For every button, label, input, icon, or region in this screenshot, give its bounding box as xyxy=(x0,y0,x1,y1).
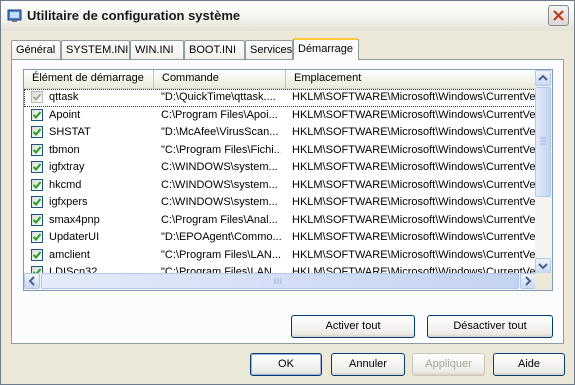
startup-checkbox[interactable] xyxy=(31,161,43,173)
startup-item-name: hkcmd xyxy=(49,178,82,191)
table-row[interactable]: amclient "C:\Program Files\LAN... HKLM\SOF… xyxy=(24,247,536,265)
horizontal-scroll-thumb[interactable] xyxy=(41,273,519,289)
arrow-right-icon xyxy=(525,276,532,286)
startup-checkbox[interactable] xyxy=(31,231,43,243)
startup-location: HKLM\SOFTWARE\Microsoft\Windows\CurrentV… xyxy=(292,178,536,191)
startup-item-name: tbmon xyxy=(49,143,80,156)
list-header: Élément de démarrage Commande Emplacemen… xyxy=(24,70,536,89)
enable-all-button[interactable]: Activer tout xyxy=(291,315,415,338)
startup-location: HKLM\SOFTWARE\Microsoft\Windows\CurrentV… xyxy=(292,161,536,173)
startup-item-name: igfxpers xyxy=(49,196,88,208)
startup-command: C:\Program Files\Apoi... xyxy=(161,108,278,121)
column-header-location[interactable]: Emplacement xyxy=(286,70,536,88)
table-row[interactable]: tbmon "C:\Program Files\Fichi... HKLM\SOFT… xyxy=(24,142,536,160)
arrow-left-icon xyxy=(28,276,35,286)
table-row[interactable]: igfxpers C:\WINDOWS\system... HKLM\SOFTWAR… xyxy=(24,194,536,212)
checkmark-icon xyxy=(33,180,41,189)
startup-checkbox[interactable] xyxy=(31,196,43,208)
startup-checkbox[interactable] xyxy=(31,213,43,226)
scroll-left-button[interactable] xyxy=(24,273,40,289)
checkmark-icon xyxy=(33,128,41,136)
startup-location: HKLM\SOFTWARE\Microsoft\Windows\CurrentV… xyxy=(292,196,536,208)
startup-item-name: UpdaterUI xyxy=(49,231,100,243)
vertical-scrollbar[interactable] xyxy=(535,70,552,274)
startup-command: C:\Program Files\Anal... xyxy=(161,213,278,226)
table-row[interactable]: hkcmd C:\WINDOWS\system... HKLM\SOFTWARE\M… xyxy=(24,177,536,195)
apply-button[interactable]: Appliquer xyxy=(412,353,485,376)
startup-location: HKLM\SOFTWARE\Microsoft\Windows\CurrentV… xyxy=(292,91,536,103)
grip-icon xyxy=(274,278,282,284)
arrow-down-icon xyxy=(538,263,548,270)
startup-command: "C:\Program Files\Fichi... xyxy=(161,143,281,156)
checkmark-icon xyxy=(33,233,41,241)
column-header-item[interactable]: Élément de démarrage xyxy=(24,70,154,88)
title-bar[interactable]: Utilitaire de configuration système xyxy=(1,1,574,31)
close-icon xyxy=(553,10,564,21)
tab-boot-ini[interactable]: BOOT.INI xyxy=(184,40,245,59)
checkmark-icon xyxy=(33,250,41,259)
table-row[interactable]: qttask "D:\QuickTime\qttask.... HKLM\SOFTW… xyxy=(24,89,536,107)
startup-command: "D:\McAfee\VirusScan... xyxy=(161,126,279,138)
startup-command: C:\WINDOWS\system... xyxy=(161,178,278,191)
column-header-command[interactable]: Commande xyxy=(154,70,286,88)
ok-button[interactable]: OK xyxy=(250,353,322,376)
startup-command: C:\WINDOWS\system... xyxy=(161,196,278,208)
checkmark-icon xyxy=(33,110,41,119)
startup-location: HKLM\SOFTWARE\Microsoft\Windows\CurrentV… xyxy=(292,126,536,138)
cancel-button[interactable]: Annuler xyxy=(331,353,405,376)
grip-icon xyxy=(540,137,546,145)
vertical-scroll-thumb[interactable] xyxy=(535,87,551,197)
tab-win-ini[interactable]: WIN.INI xyxy=(130,40,184,59)
startup-command: "D:\QuickTime\qttask.... xyxy=(161,91,276,103)
startup-command: "C:\Program Files\LAN... xyxy=(161,248,281,261)
startup-location: HKLM\SOFTWARE\Microsoft\Windows\CurrentV… xyxy=(292,108,536,121)
tab-services[interactable]: Services xyxy=(245,40,293,59)
startup-checkbox[interactable] xyxy=(31,143,43,156)
startup-checkbox[interactable] xyxy=(31,248,43,261)
startup-item-name: smax4pnp xyxy=(49,213,100,226)
startup-checkbox[interactable] xyxy=(31,91,43,103)
dialog-window: Utilitaire de configuration système Géné… xyxy=(0,0,575,385)
table-row[interactable]: smax4pnp C:\Program Files\Anal... HKLM\SOF… xyxy=(24,212,536,230)
startup-location: HKLM\SOFTWARE\Microsoft\Windows\CurrentV… xyxy=(292,248,536,261)
scroll-down-button[interactable] xyxy=(535,258,551,274)
scroll-up-button[interactable] xyxy=(535,70,551,86)
checkmark-icon xyxy=(33,93,41,101)
scrollbar-corner xyxy=(535,273,552,290)
table-row[interactable]: SHSTAT "D:\McAfee\VirusScan... HKLM\SOFTWA… xyxy=(24,124,536,142)
checkmark-icon xyxy=(33,145,41,154)
checkmark-icon xyxy=(33,163,41,171)
tab-system-ini[interactable]: SYSTEM.INI xyxy=(61,40,130,59)
startup-location: HKLM\SOFTWARE\Microsoft\Windows\CurrentV… xyxy=(292,231,536,243)
startup-item-name: amclient xyxy=(49,248,90,261)
disable-all-button[interactable]: Désactiver tout xyxy=(427,315,553,338)
startup-checkbox[interactable] xyxy=(31,178,43,191)
tab-demarrage[interactable]: Démarrage xyxy=(293,38,359,60)
table-row[interactable]: UpdaterUI "D:\EPOAgent\Commo... HKLM\SOFTW… xyxy=(24,229,536,247)
close-button[interactable] xyxy=(548,5,569,26)
window-title: Utilitaire de configuration système xyxy=(27,8,241,23)
scroll-right-button[interactable] xyxy=(520,273,536,289)
system-config-icon xyxy=(7,9,22,22)
table-row[interactable]: igfxtray C:\WINDOWS\system... HKLM\SOFTWAR… xyxy=(24,159,536,177)
startup-command: C:\WINDOWS\system... xyxy=(161,161,278,173)
startup-checkbox[interactable] xyxy=(31,126,43,138)
startup-checkbox[interactable] xyxy=(31,108,43,121)
list-rows: qttask "D:\QuickTime\qttask.... HKLM\SOFTW… xyxy=(24,89,536,290)
horizontal-scrollbar[interactable] xyxy=(24,273,536,290)
startup-item-name: igfxtray xyxy=(49,161,85,173)
startup-item-name: SHSTAT xyxy=(49,126,91,138)
startup-list[interactable]: Élément de démarrage Commande Emplacemen… xyxy=(23,69,553,291)
help-button[interactable]: Aide xyxy=(493,353,565,376)
startup-command: "D:\EPOAgent\Commo... xyxy=(161,231,281,243)
checkmark-icon xyxy=(33,215,41,224)
startup-location: HKLM\SOFTWARE\Microsoft\Windows\CurrentV… xyxy=(292,213,536,226)
checkmark-icon xyxy=(33,198,41,206)
startup-item-name: Apoint xyxy=(49,108,81,121)
table-row[interactable]: Apoint C:\Program Files\Apoi... HKLM\SOFTW… xyxy=(24,107,536,125)
arrow-up-icon xyxy=(538,74,548,81)
startup-location: HKLM\SOFTWARE\Microsoft\Windows\CurrentV… xyxy=(292,143,536,156)
startup-item-name: qttask xyxy=(49,91,79,103)
tab-general[interactable]: Général xyxy=(11,40,61,59)
